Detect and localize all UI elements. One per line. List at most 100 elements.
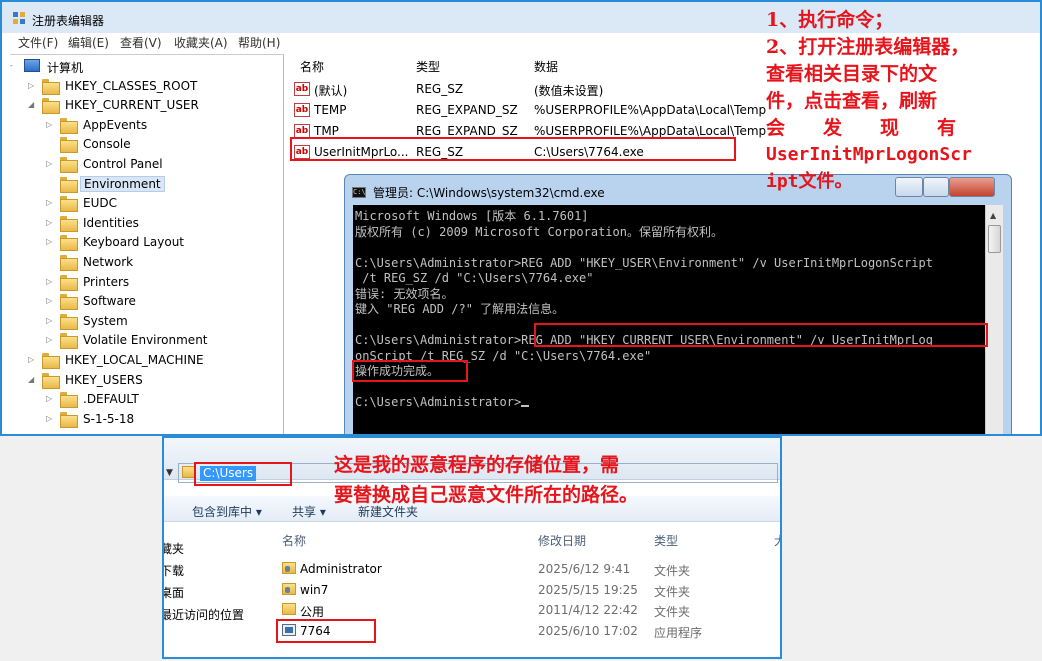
file-type: 文件夹 [654, 564, 691, 578]
column-header-name[interactable]: 名称 [282, 532, 306, 549]
expand-toggle-icon[interactable] [46, 257, 56, 267]
file-list-item[interactable]: win7 2025/5/15 19:25 文件夹 [282, 581, 742, 601]
cmd-title: 管理员: C:\Windows\system32\cmd.exe [373, 186, 605, 200]
annotation-line: 要替换成自己恶意文件所在的路径。 [334, 484, 639, 506]
highlight-box-file [276, 619, 376, 643]
nav-item-favorites[interactable]: 藏夹 [164, 540, 184, 557]
expand-toggle-icon[interactable]: ▷ [46, 237, 56, 247]
menu-help[interactable]: 帮助(H) [238, 34, 280, 51]
menu-file[interactable]: 文件(F) [18, 34, 58, 51]
expand-toggle-icon[interactable]: ▷ [46, 218, 56, 228]
tree-item-label: Identities [83, 215, 139, 230]
folder-icon [60, 255, 78, 271]
menu-view[interactable]: 查看(V) [120, 34, 162, 51]
expand-toggle-icon[interactable]: ▷ [28, 81, 38, 91]
expand-toggle-icon[interactable]: ▷ [46, 316, 56, 326]
file-name: win7 [300, 582, 329, 597]
expand-toggle-icon[interactable]: ▷ [46, 159, 56, 169]
nav-item-recent-places[interactable]: 最近访问的位置 [164, 606, 244, 623]
expand-toggle-icon[interactable]: ▷ [46, 414, 56, 424]
annotation-line: 这是我的恶意程序的存储位置，需 [334, 454, 620, 476]
folder-icon [60, 196, 78, 213]
column-header-name[interactable]: 名称 [300, 58, 324, 75]
file-name: 公用 [300, 605, 325, 619]
folder-icon [60, 137, 78, 154]
expand-toggle-icon[interactable]: - [10, 61, 20, 71]
console-line: /t REG_SZ /d "C:\Users\7764.exe" [355, 271, 594, 285]
folder-icon [60, 117, 78, 134]
registry-key-tree: - 计算机 ▷ HKEY_CLASSES_ROOT ◢ HKEY_CURRENT_USER… [10, 54, 284, 434]
folder-icon [60, 215, 78, 232]
menu-edit[interactable]: 编辑(E) [68, 34, 109, 51]
maximize-button[interactable] [923, 177, 949, 197]
column-header-type[interactable]: 类型 [416, 58, 440, 75]
expand-toggle-icon[interactable]: ▷ [46, 296, 56, 306]
tree-item-label: AppEvents [83, 117, 148, 132]
tree-item-label: Software [83, 294, 136, 309]
column-header-date[interactable]: 修改日期 [538, 532, 586, 549]
folder-icon [42, 353, 60, 369]
folder-icon [42, 78, 60, 95]
cmd-scrollbar[interactable]: ▲ [985, 205, 1003, 434]
minimize-button[interactable] [895, 177, 923, 197]
cmd-window: C:\ 管理员: C:\Windows\system32\cmd.exe Mic… [344, 174, 1012, 434]
scroll-up-icon[interactable]: ▲ [990, 211, 996, 220]
file-list-item[interactable]: 公用 2011/4/12 22:42 文件夹 [282, 601, 742, 621]
column-header-type[interactable]: 类型 [654, 532, 678, 549]
expand-toggle-icon[interactable]: ▷ [46, 335, 56, 345]
cmd-console-output[interactable]: Microsoft Windows [版本 6.1.7601] 版权所有 (c) … [353, 205, 985, 434]
console-line: 版权所有 (c) 2009 Microsoft Corporation。保留所有… [355, 224, 723, 239]
tree-item-label: Environment [80, 175, 165, 192]
folder-icon [60, 411, 78, 428]
folder-icon [60, 333, 78, 350]
file-date: 2025/5/15 19:25 [538, 582, 638, 597]
cmd-title-bar: C:\ 管理员: C:\Windows\system32\cmd.exe [345, 175, 1011, 205]
expand-toggle-icon[interactable]: ▷ [46, 120, 56, 130]
string-value-icon: ab [294, 82, 310, 96]
expand-toggle-icon[interactable]: ◢ [28, 100, 38, 110]
folder-icon [42, 372, 60, 389]
highlight-box-success [352, 360, 468, 382]
include-in-library-button[interactable]: 包含到库中 ▾ [192, 503, 262, 520]
column-header-size[interactable]: 大 [774, 532, 780, 549]
menu-favorites[interactable]: 收藏夹(A) [174, 34, 228, 51]
annotation-line: 会 发 现 有 [766, 117, 957, 139]
console-line: 键入 "REG ADD /?" 了解用法信息。 [355, 302, 565, 316]
close-button[interactable] [949, 177, 995, 197]
folder-icon [60, 313, 78, 330]
tree-item-label: Keyboard Layout [83, 235, 185, 250]
tree-item-label: HKEY_CLASSES_ROOT [65, 78, 198, 93]
value-type: REG_SZ [416, 82, 464, 96]
console-line: C:\Users\Administrator> [355, 395, 985, 411]
nav-item-downloads[interactable]: 下载 [164, 562, 184, 579]
expand-toggle-icon[interactable]: ◢ [28, 375, 38, 385]
tree-item-label: Volatile Environment [83, 333, 208, 348]
cmd-window-buttons [895, 177, 1005, 199]
chevron-down-icon[interactable]: ▼ [166, 468, 173, 478]
scroll-thumb[interactable] [988, 225, 1001, 253]
expand-toggle-icon[interactable]: ▷ [46, 394, 56, 404]
expand-toggle-icon[interactable] [46, 139, 56, 149]
console-line: Microsoft Windows [版本 6.1.7601] [355, 209, 589, 223]
folder-icon [60, 274, 78, 291]
expand-toggle-icon[interactable]: ▷ [46, 198, 56, 208]
folder-icon [60, 157, 78, 173]
highlight-box-address [194, 462, 292, 486]
tree-item-label: Network [83, 255, 134, 269]
file-type: 文件夹 [654, 605, 691, 619]
annotation-line: 2、打开注册表编辑器， [766, 36, 970, 58]
tree-item-label: System [83, 313, 128, 328]
annotation-line: 查看相关目录下的文 [766, 63, 938, 85]
file-type: 文件夹 [654, 584, 691, 599]
console-line: C:\Users\Administrator>REG ADD "HKEY_USE… [355, 255, 933, 270]
user-folder-icon [282, 562, 296, 574]
file-date: 2025/6/12 9:41 [538, 562, 631, 576]
file-list-item[interactable]: Administrator 2025/6/12 9:41 文件夹 [282, 560, 742, 580]
expand-toggle-icon[interactable]: ▷ [28, 355, 38, 365]
nav-item-desktop[interactable]: 桌面 [164, 584, 184, 601]
share-button[interactable]: 共享 ▾ [292, 503, 326, 520]
value-type: REG_EXPAND_SZ [416, 103, 518, 117]
expand-toggle-icon[interactable] [46, 179, 56, 189]
expand-toggle-icon[interactable]: ▷ [46, 277, 56, 287]
column-header-data[interactable]: 数据 [534, 58, 558, 75]
